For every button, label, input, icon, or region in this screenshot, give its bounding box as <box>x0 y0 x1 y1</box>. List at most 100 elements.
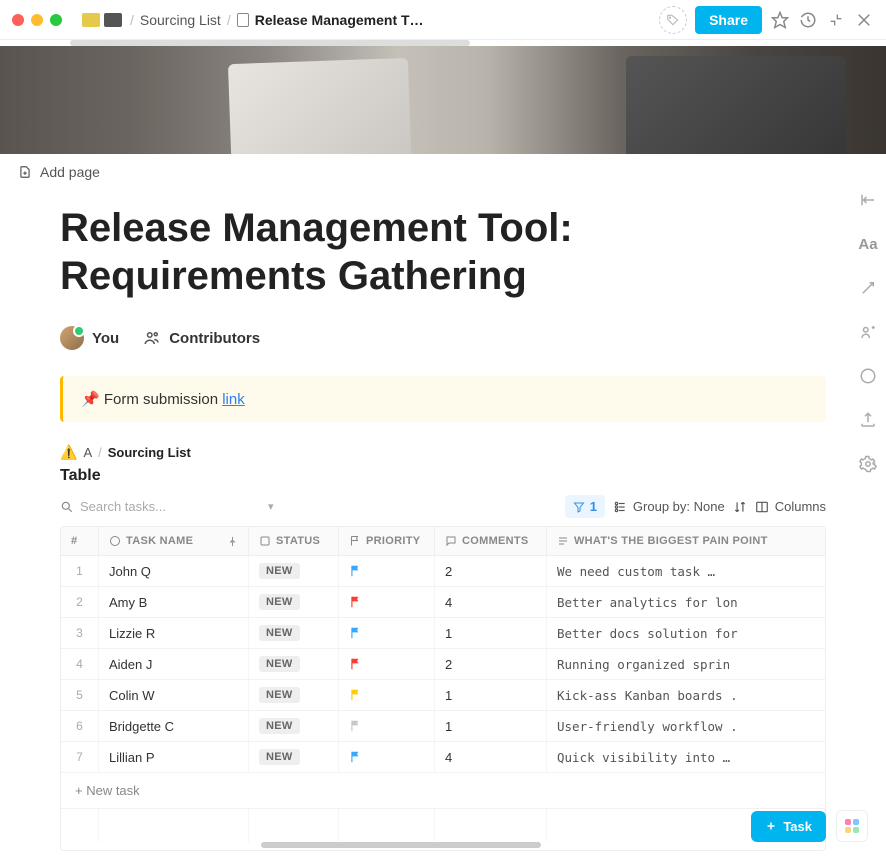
col-index[interactable]: # <box>61 527 99 555</box>
cell-index: 1 <box>61 556 99 586</box>
col-comments[interactable]: COMMENTS <box>435 527 547 555</box>
col-priority[interactable]: PRIORITY <box>339 527 435 555</box>
col-taskname[interactable]: TASK NAME <box>99 527 249 555</box>
cell-comments[interactable]: 1 <box>435 711 547 741</box>
contributors-chip[interactable]: Contributors <box>143 329 260 347</box>
columns-button[interactable]: Columns <box>755 499 826 514</box>
callout-text: 📌 Form submission <box>81 391 222 408</box>
cell-priority[interactable] <box>339 618 435 648</box>
cell-priority[interactable] <box>339 742 435 772</box>
cell-taskname[interactable]: Lillian P <box>99 742 249 772</box>
cell-taskname[interactable]: Lizzie R <box>99 618 249 648</box>
cell-taskname[interactable]: Aiden J <box>99 649 249 679</box>
cell-comments[interactable]: 2 <box>435 649 547 679</box>
table-h-scrollbar[interactable] <box>61 842 825 850</box>
group-icon <box>613 500 627 514</box>
cell-priority[interactable] <box>339 556 435 586</box>
close-icon[interactable] <box>854 10 874 30</box>
cell-taskname[interactable]: Bridgette C <box>99 711 249 741</box>
cell-comments[interactable]: 4 <box>435 742 547 772</box>
table-widget: ⚠️A / Sourcing List Table ▾ 1 Group b <box>60 444 826 851</box>
cell-status[interactable]: NEW <box>249 680 339 710</box>
share-button[interactable]: Share <box>695 6 762 34</box>
tag-button[interactable] <box>659 6 687 34</box>
share-people-icon[interactable] <box>858 322 878 342</box>
cell-status[interactable]: NEW <box>249 711 339 741</box>
author-chip[interactable]: You <box>60 326 119 350</box>
cell-status[interactable]: NEW <box>249 587 339 617</box>
cell-status[interactable]: NEW <box>249 649 339 679</box>
magic-icon[interactable] <box>858 278 878 298</box>
filter-count: 1 <box>590 499 597 514</box>
table-row[interactable]: 7Lillian PNEW4Quick visibility into … <box>61 742 825 773</box>
cell-priority[interactable] <box>339 711 435 741</box>
cell-pain[interactable]: We need custom task … <box>547 556 825 586</box>
cell-pain[interactable]: Running organized sprin <box>547 649 825 679</box>
sort-icon <box>733 500 747 514</box>
people-icon <box>143 329 161 347</box>
table-row[interactable]: 1John QNEW 2We need custom task … <box>61 556 825 587</box>
add-page-button[interactable]: Add page <box>0 154 886 190</box>
maximize-window-icon[interactable] <box>50 14 62 26</box>
cell-taskname[interactable]: Amy B <box>99 587 249 617</box>
outdent-icon[interactable] <box>858 190 878 210</box>
col-status[interactable]: STATUS <box>249 527 339 555</box>
columns-label: Columns <box>775 499 826 514</box>
cell-status[interactable]: NEW <box>249 742 339 772</box>
page-title[interactable]: Release Management Tool: Requirements Ga… <box>60 204 826 300</box>
collapse-icon[interactable] <box>826 10 846 30</box>
callout-block[interactable]: 📌 Form submission link <box>60 376 826 422</box>
groupby-button[interactable]: Group by: None <box>613 499 725 514</box>
close-window-icon[interactable] <box>12 14 24 26</box>
sort-button[interactable] <box>733 500 747 514</box>
cell-comments[interactable]: 2 <box>435 556 547 586</box>
new-task-fab[interactable]: Task <box>751 811 826 842</box>
breadcrumb-current[interactable]: Release Management T… <box>255 12 424 28</box>
cell-pain[interactable]: Better docs solution for <box>547 618 825 648</box>
text-icon <box>557 535 569 547</box>
breadcrumb-parent[interactable]: Sourcing List <box>140 12 221 28</box>
callout-link[interactable]: link <box>222 391 245 408</box>
table-row[interactable]: 6Bridgette CNEW1User-friendly workflow . <box>61 711 825 742</box>
table-row[interactable]: 3Lizzie RNEW1Better docs solution for <box>61 618 825 649</box>
col-pain[interactable]: WHAT'S THE BIGGEST PAIN POINT <box>547 527 825 555</box>
cell-comments[interactable]: 4 <box>435 587 547 617</box>
workspace-icons[interactable] <box>82 13 122 27</box>
export-icon[interactable] <box>858 410 878 430</box>
search-input[interactable] <box>80 499 230 514</box>
table-header: # TASK NAME STATUS PRIORITY <box>61 527 825 556</box>
pin-icon[interactable] <box>227 536 238 547</box>
cell-comments[interactable]: 1 <box>435 680 547 710</box>
flag-icon <box>349 564 363 578</box>
chat-icon[interactable] <box>858 366 878 386</box>
typography-icon[interactable]: Aa <box>858 234 878 254</box>
cell-pain[interactable]: Better analytics for lon <box>547 587 825 617</box>
apps-button[interactable] <box>836 810 868 842</box>
settings-icon[interactable] <box>858 454 878 474</box>
table-row[interactable]: 5Colin WNEW1Kick-ass Kanban boards . <box>61 680 825 711</box>
cell-status[interactable]: NEW <box>249 556 339 586</box>
widget-breadcrumb[interactable]: ⚠️A / Sourcing List <box>60 444 826 461</box>
cell-pain[interactable]: User-friendly workflow . <box>547 711 825 741</box>
cell-taskname[interactable]: John Q <box>99 556 249 586</box>
cell-pain[interactable]: Quick visibility into … <box>547 742 825 772</box>
table-toolbar: ▾ 1 Group by: None Columns <box>60 495 826 518</box>
star-icon[interactable] <box>770 10 790 30</box>
widget-bc-parent: Sourcing List <box>108 445 191 460</box>
filter-chip[interactable]: 1 <box>565 495 605 518</box>
minimize-window-icon[interactable] <box>31 14 43 26</box>
cell-priority[interactable] <box>339 649 435 679</box>
cell-comments[interactable]: 1 <box>435 618 547 648</box>
table-row[interactable]: 4Aiden JNEW2Running organized sprin <box>61 649 825 680</box>
new-task-button[interactable]: + New task <box>61 773 825 808</box>
table-row[interactable]: 2Amy BNEW4Better analytics for lon <box>61 587 825 618</box>
cell-pain[interactable]: Kick-ass Kanban boards . <box>547 680 825 710</box>
widget-title[interactable]: Table <box>60 467 826 485</box>
cell-priority[interactable] <box>339 587 435 617</box>
cell-status[interactable]: NEW <box>249 618 339 648</box>
cell-taskname[interactable]: Colin W <box>99 680 249 710</box>
contributors-label: Contributors <box>169 330 260 347</box>
history-icon[interactable] <box>798 10 818 30</box>
cell-priority[interactable] <box>339 680 435 710</box>
search-expand-icon[interactable]: ▾ <box>268 500 274 513</box>
